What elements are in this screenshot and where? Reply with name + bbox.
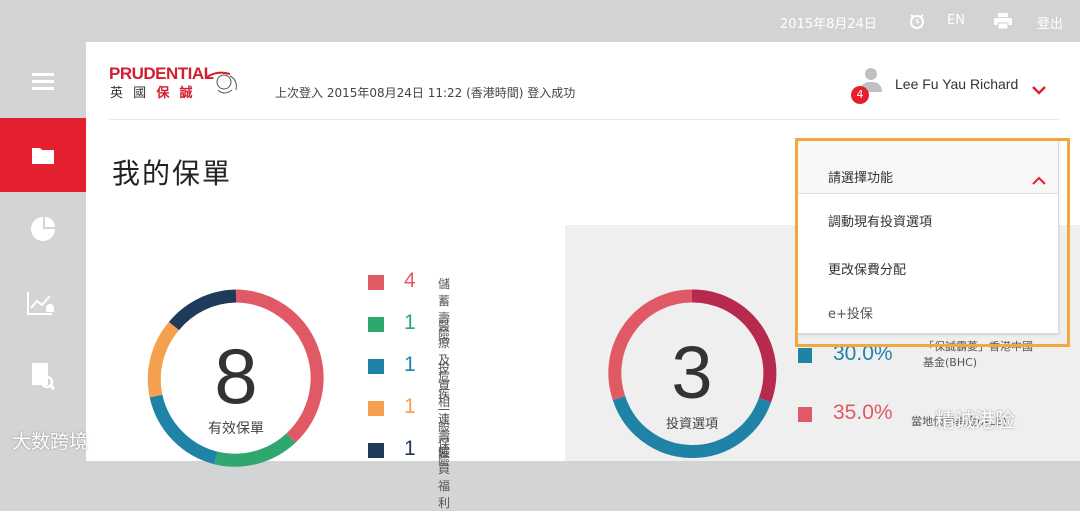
page-title: 我的保單	[112, 157, 233, 190]
investments-total-label: 投資選項	[666, 416, 718, 432]
donut-segment-medical	[214, 433, 296, 467]
sidebar-item-alerts[interactable]	[0, 266, 86, 340]
donut-segment-employee	[168, 289, 237, 331]
header-divider	[109, 119, 1059, 120]
logout-link[interactable]: 登出	[1037, 13, 1063, 32]
donut-segment-general	[147, 321, 180, 398]
policies-panel: 8 有效保單 4 儲蓄壽險 1 醫療及危疾 1 投資相連壽險 1 一般保險 1 …	[110, 225, 565, 510]
current-date: 2015年8月24日	[780, 17, 877, 32]
investments-total: 3	[671, 331, 712, 414]
last-login-info: 上次登入 2015年08月24日 11:22 (香港時間) 登入成功	[275, 86, 576, 100]
user-name[interactable]: Lee Fu Yau Richard	[895, 76, 1018, 92]
chevron-down-icon[interactable]	[1032, 80, 1046, 99]
watermark-right: 精诚港险	[935, 408, 1015, 432]
brand-logo-text: PRUDENTIAL	[109, 64, 214, 83]
language-switch[interactable]: EN	[947, 13, 965, 28]
notification-badge[interactable]: 4	[851, 86, 869, 104]
folder-icon	[32, 148, 54, 164]
top-bar: 2015年8月24日 EN 登出	[0, 0, 1080, 42]
pie-chart-icon	[31, 217, 55, 241]
watermark-left: 大数跨境	[12, 431, 89, 453]
document-search-icon	[32, 363, 56, 391]
policies-total-label: 有效保單	[208, 421, 264, 437]
sidebar-menu-toggle[interactable]	[0, 44, 86, 118]
brand-logo-chinese: 英 國 保 誠	[110, 86, 196, 101]
donut-segment-investment-linked	[149, 394, 218, 465]
policies-total: 8	[214, 332, 257, 420]
policies-donut-chart: 8 有效保單	[147, 289, 324, 467]
printer-icon[interactable]	[993, 13, 1013, 33]
trend-alert-icon	[27, 292, 54, 315]
sidebar-item-portfolio[interactable]	[0, 192, 86, 266]
sidebar-item-policies[interactable]	[0, 118, 86, 192]
investments-donut-chart: 3 投資選項	[608, 289, 777, 458]
sidebar-item-documents[interactable]	[0, 340, 86, 414]
sidebar	[0, 42, 86, 461]
highlight-frame	[795, 138, 1070, 347]
alarm-clock-icon[interactable]	[908, 12, 926, 34]
hamburger-icon	[32, 73, 54, 90]
brand-emblem-icon	[200, 64, 244, 102]
